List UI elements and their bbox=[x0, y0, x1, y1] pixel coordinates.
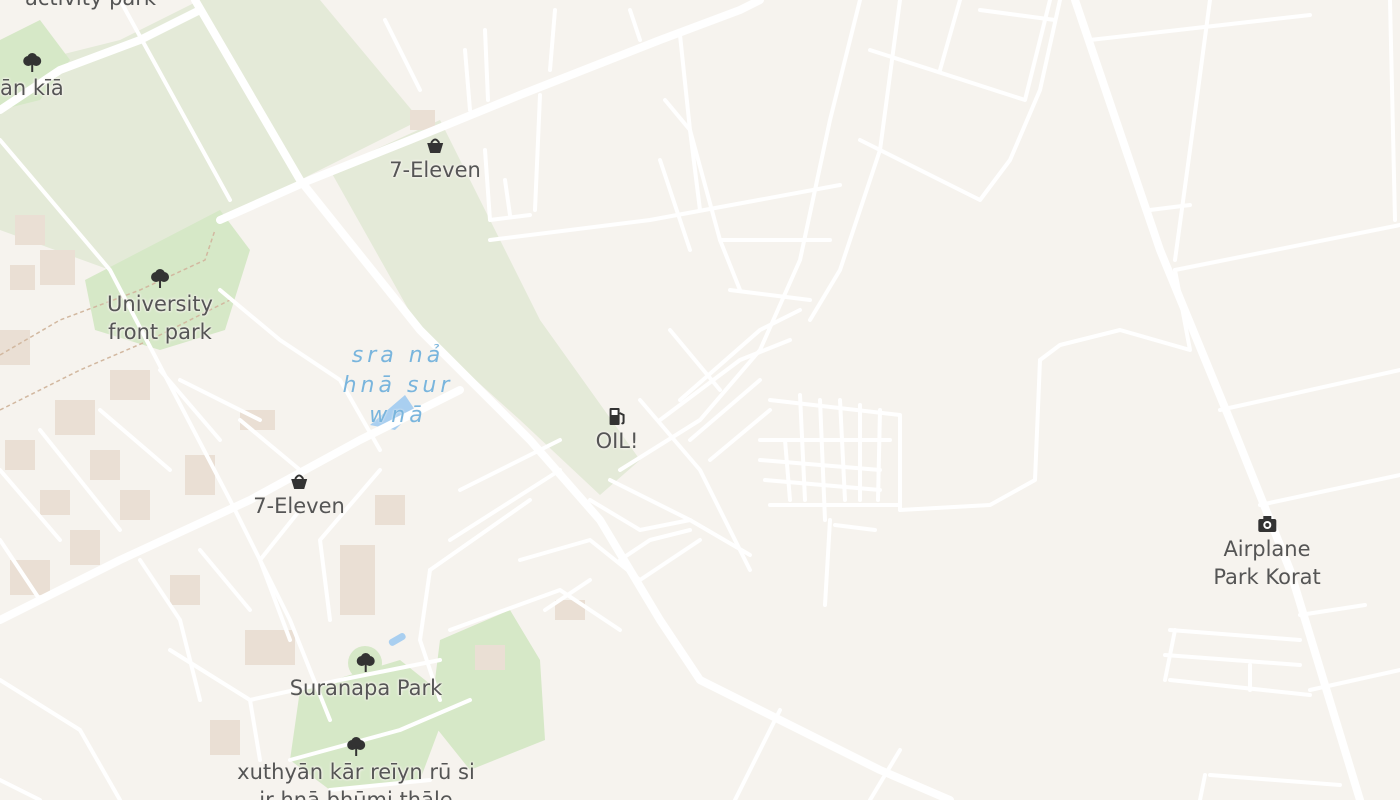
university-park-label-line2: front park bbox=[108, 320, 212, 344]
tree-icon bbox=[151, 269, 169, 288]
water-label-line3: wnā bbox=[369, 403, 427, 428]
xuthyan-park-poi[interactable]: xuthyān kār reīyn rū si ir hnā bhūmi thā… bbox=[237, 736, 475, 800]
seven-eleven-top-label: 7-Eleven bbox=[389, 158, 481, 182]
activity-park-label[interactable]: activity park bbox=[25, 0, 156, 10]
water-label-line2: hnā sur bbox=[342, 373, 454, 398]
map-base-layer bbox=[0, 0, 1400, 800]
map-canvas[interactable]: activity park lān kīā 7-Eleven Universit… bbox=[0, 0, 1400, 800]
airplane-park-label-line1: Airplane bbox=[1223, 537, 1311, 561]
airplane-park-korat-poi[interactable]: Airplane Park Korat bbox=[1213, 513, 1321, 591]
oil-label: OIL! bbox=[595, 429, 639, 453]
lan-kia-label: lān kīā bbox=[0, 76, 64, 100]
lan-kia-poi[interactable]: lān kīā bbox=[0, 52, 64, 102]
seven-eleven-mid-poi[interactable]: 7-Eleven bbox=[253, 470, 345, 520]
tree-icon bbox=[23, 53, 41, 72]
university-park-label-line1: University bbox=[107, 292, 213, 316]
airplane-park-label-line2: Park Korat bbox=[1213, 565, 1321, 589]
water-label[interactable]: sra nả hnā sur wnā bbox=[343, 341, 454, 431]
water-label-line1: sra nả bbox=[351, 343, 445, 368]
seven-eleven-top-poi[interactable]: 7-Eleven bbox=[389, 134, 481, 184]
seven-eleven-mid-label: 7-Eleven bbox=[253, 494, 345, 518]
tree-icon bbox=[356, 653, 375, 672]
tree-icon bbox=[346, 737, 365, 756]
fuel-pump-icon bbox=[610, 408, 625, 425]
university-front-park-poi[interactable]: University front park bbox=[107, 268, 213, 346]
suranapa-park-poi[interactable]: Suranapa Park bbox=[289, 652, 443, 702]
oil-fuel-station-poi[interactable]: OIL! bbox=[595, 405, 639, 455]
camera-icon bbox=[1258, 516, 1276, 532]
xuthyan-label-line2: ir hnā bhūmi thāle bbox=[259, 788, 453, 800]
basket-icon bbox=[427, 138, 443, 153]
basket-icon bbox=[291, 474, 307, 489]
xuthyan-label-line1: xuthyān kār reīyn rū si bbox=[237, 760, 475, 784]
suranapa-park-label: Suranapa Park bbox=[289, 676, 443, 700]
